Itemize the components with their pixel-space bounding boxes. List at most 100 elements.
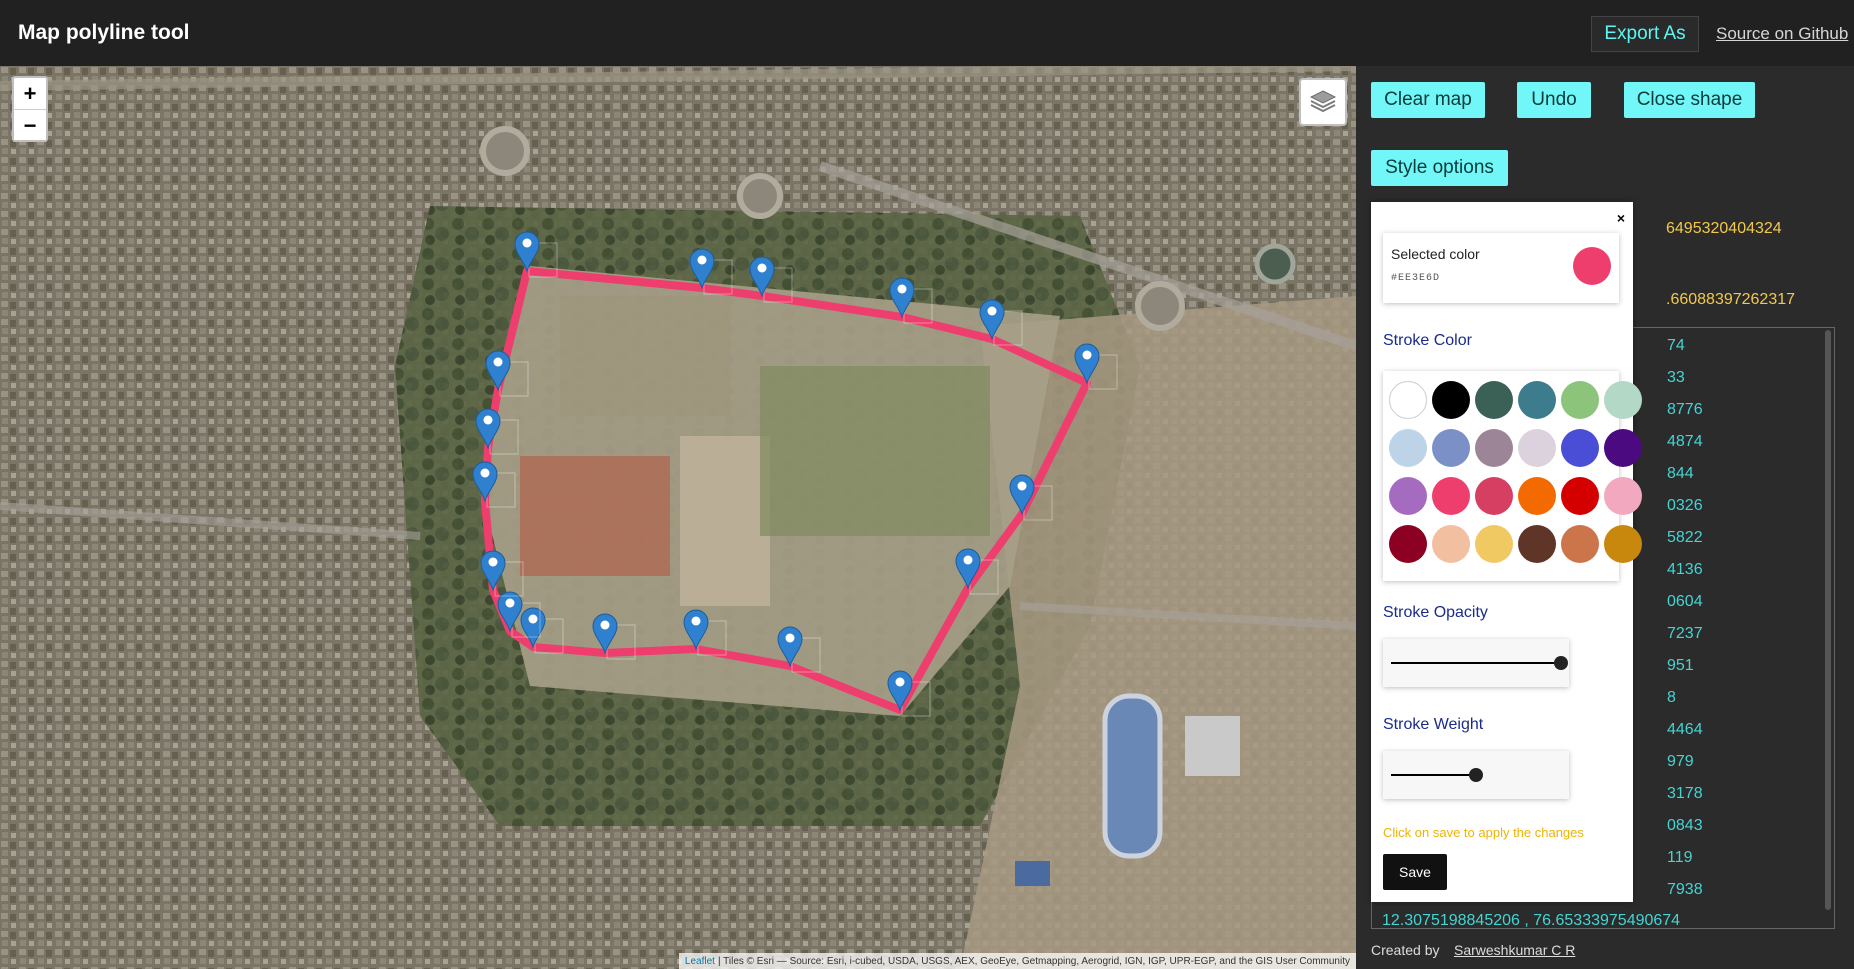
save-hint: Click on save to apply the changes	[1383, 825, 1584, 840]
color-swatch[interactable]	[1604, 525, 1642, 563]
color-swatch[interactable]	[1604, 477, 1642, 515]
map-pin-icon[interactable]	[514, 231, 558, 278]
color-swatch[interactable]	[1432, 429, 1470, 467]
map-pin-icon[interactable]	[480, 550, 524, 597]
color-swatch[interactable]	[1518, 381, 1556, 419]
close-shape-button[interactable]: Close shape	[1624, 82, 1755, 118]
leaflet-link[interactable]: Leaflet	[685, 956, 715, 967]
color-swatch[interactable]	[1561, 381, 1599, 419]
color-swatch[interactable]	[1475, 525, 1513, 563]
stroke-weight-label: Stroke Weight	[1383, 716, 1484, 733]
color-swatch[interactable]	[1604, 381, 1642, 419]
swatch-grid	[1389, 381, 1642, 563]
selected-color-hex: #EE3E6D	[1391, 273, 1441, 284]
map-canvas[interactable]: + − Leaflet | Tiles © Esri — Source: Esr…	[0, 66, 1356, 969]
color-swatch[interactable]	[1432, 477, 1470, 515]
map-pin-icon[interactable]	[749, 256, 793, 303]
color-swatch[interactable]	[1432, 381, 1470, 419]
zoom-control: + −	[12, 76, 48, 142]
coordinate-line: 12.3075198845206 , 76.65333975490674	[1382, 912, 1681, 929]
map-attribution: Leaflet | Tiles © Esri — Source: Esri, i…	[678, 953, 1356, 969]
color-swatch[interactable]	[1389, 525, 1427, 563]
coordinate-line: 33	[1667, 369, 1685, 386]
stroke-opacity-label: Stroke Opacity	[1383, 604, 1488, 621]
color-swatch[interactable]	[1604, 429, 1642, 467]
clear-map-button[interactable]: Clear map	[1371, 82, 1485, 118]
selected-color-card: Selected color #EE3E6D	[1383, 233, 1619, 303]
stroke-weight-slider[interactable]	[1383, 751, 1569, 799]
color-swatch[interactable]	[1475, 477, 1513, 515]
style-options-button[interactable]: Style options	[1371, 150, 1508, 186]
marker-layer	[0, 66, 1356, 969]
map-pin-icon[interactable]	[689, 248, 733, 295]
coordinates-scrollbar[interactable]	[1825, 330, 1831, 910]
attribution-text: | Tiles © Esri — Source: Esri, i-cubed, …	[717, 955, 1350, 967]
color-swatch[interactable]	[1518, 477, 1556, 515]
app-header: Map polyline tool Export As Source on Gi…	[0, 0, 1854, 67]
style-options-popup: × Selected color #EE3E6D Stroke Color St…	[1371, 202, 1642, 902]
export-as-button[interactable]: Export As	[1591, 16, 1699, 52]
coordinate-line: 6495320404324	[1666, 220, 1782, 237]
author-link[interactable]: Sarweshkumar C R	[1454, 942, 1575, 958]
color-swatch[interactable]	[1561, 429, 1599, 467]
close-icon[interactable]: ×	[1617, 210, 1625, 226]
map-pin-icon[interactable]	[683, 609, 727, 656]
map-pin-icon[interactable]	[1074, 343, 1118, 390]
map-pin-icon[interactable]	[485, 350, 529, 397]
stroke-color-label: Stroke Color	[1383, 332, 1472, 349]
map-pin-icon[interactable]	[889, 277, 933, 324]
color-swatch[interactable]	[1561, 525, 1599, 563]
zoom-out-button[interactable]: −	[14, 110, 46, 141]
color-swatch[interactable]	[1518, 429, 1556, 467]
undo-button[interactable]: Undo	[1517, 82, 1591, 118]
color-swatch[interactable]	[1432, 525, 1470, 563]
slider-thumb[interactable]	[1554, 656, 1568, 670]
save-button[interactable]: Save	[1383, 854, 1447, 890]
coordinate-line: 119	[1667, 849, 1693, 866]
coordinate-line: 0843	[1667, 817, 1703, 834]
map-pin-icon[interactable]	[475, 408, 519, 455]
map-pin-icon[interactable]	[887, 670, 931, 717]
map-pin-icon[interactable]	[472, 461, 516, 508]
coordinate-line: 7237	[1667, 625, 1703, 642]
map-pin-icon[interactable]	[777, 626, 821, 673]
color-swatch[interactable]	[1561, 477, 1599, 515]
selected-color-label: Selected color	[1391, 246, 1480, 262]
coordinate-line: 8776	[1667, 401, 1703, 418]
zoom-in-button[interactable]: +	[14, 78, 46, 110]
layers-icon	[1309, 90, 1337, 113]
map-pin-icon[interactable]	[1009, 474, 1053, 521]
color-swatch[interactable]	[1389, 429, 1427, 467]
layers-button[interactable]	[1299, 78, 1347, 126]
color-swatch[interactable]	[1475, 381, 1513, 419]
map-pin-icon[interactable]	[520, 607, 564, 654]
map-pin-icon[interactable]	[592, 613, 636, 660]
coordinate-line: 844	[1667, 465, 1694, 482]
slider-thumb[interactable]	[1469, 768, 1483, 782]
color-swatch[interactable]	[1389, 477, 1427, 515]
coordinate-line: 4136	[1667, 561, 1703, 578]
color-swatch[interactable]	[1389, 381, 1427, 419]
coordinate-line: 4874	[1667, 433, 1703, 450]
selected-color-swatch	[1573, 247, 1611, 285]
coordinate-line: 5822	[1667, 529, 1703, 546]
map-markers	[472, 231, 1118, 717]
created-by-label: Created by	[1371, 942, 1440, 958]
stroke-opacity-slider[interactable]	[1383, 639, 1569, 687]
map-pin-icon[interactable]	[955, 548, 999, 595]
coordinate-line: 0604	[1667, 593, 1703, 610]
color-swatch[interactable]	[1475, 429, 1513, 467]
color-swatch-palette	[1383, 371, 1642, 581]
app-title: Map polyline tool	[18, 21, 190, 44]
coordinate-line: 4464	[1667, 721, 1703, 738]
color-swatch[interactable]	[1518, 525, 1556, 563]
coordinate-line: 7938	[1667, 881, 1703, 898]
coordinate-line: 979	[1667, 753, 1694, 770]
source-on-github-link[interactable]: Source on Github	[1716, 24, 1848, 44]
coordinate-line: 3178	[1667, 785, 1703, 802]
map-pin-icon[interactable]	[979, 299, 1023, 346]
slider-track	[1391, 662, 1561, 664]
coordinate-line: 74	[1667, 337, 1685, 354]
coordinate-line: .66088397262317	[1666, 291, 1796, 308]
coordinate-line: 8	[1667, 689, 1676, 706]
